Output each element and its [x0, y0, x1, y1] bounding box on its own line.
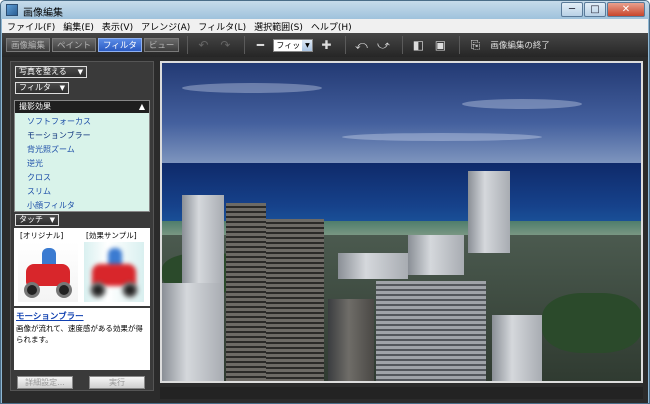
sample-effect-image	[84, 242, 144, 302]
tab-filter[interactable]: フィルタ	[98, 38, 142, 52]
zoom-in-icon[interactable]: ✚	[317, 36, 335, 54]
sample-original-label: [オリジナル]	[20, 231, 64, 240]
menu-filter[interactable]: フィルタ(L)	[198, 20, 246, 33]
photo-sky	[162, 63, 641, 163]
toolbar-separator	[187, 36, 189, 54]
minimize-button[interactable]: ─	[561, 2, 583, 17]
window-title: 画像編集	[23, 8, 63, 19]
app-icon	[6, 4, 18, 16]
wheel-shape	[90, 282, 106, 298]
photo-building	[468, 171, 510, 253]
collapse-icon: ▲	[138, 102, 145, 111]
maximize-button[interactable]: □	[584, 2, 606, 17]
redo-icon[interactable]: ↷	[216, 36, 234, 54]
category-dropdown-value: 写真を整える	[19, 67, 67, 76]
wheel-shape	[122, 282, 138, 298]
chevron-down-icon: ▼	[59, 84, 65, 92]
menu-file[interactable]: ファイル(F)	[7, 20, 55, 33]
photo-tower	[266, 219, 324, 381]
wheel-shape	[56, 282, 72, 298]
effect-item-backlight[interactable]: 逆光	[15, 157, 149, 171]
image-canvas[interactable]	[160, 61, 643, 383]
photo-building	[338, 253, 408, 279]
effect-item-soft-focus[interactable]: ソフトフォーカス	[15, 115, 149, 129]
toolbar-separator	[345, 36, 347, 54]
undo-icon[interactable]: ↶	[194, 36, 212, 54]
wheel-shape	[24, 282, 40, 298]
sample-effect-label: [効果サンプル]	[86, 231, 137, 240]
chevron-down-icon: ▼	[77, 68, 83, 76]
touch-dropdown[interactable]: タッチ ▼	[15, 214, 59, 226]
effect-items: ソフトフォーカス モーションブラー 背光照ズーム 逆光 クロス スリム 小顔フィ…	[15, 113, 149, 211]
chevron-down-icon: ▼	[49, 216, 55, 224]
app-window: 画像編集 ─ □ ✕ ファイル(F) 編集(E) 表示(V) アレンジ(A) フ…	[0, 0, 650, 404]
category-dropdown[interactable]: 写真を整える ▼	[15, 66, 87, 78]
title-bar: 画像編集 ─ □ ✕	[1, 1, 649, 19]
zoom-select[interactable]: フィット ▼	[273, 38, 314, 52]
chevron-down-icon: ▼	[302, 39, 313, 51]
fit-window-icon[interactable]: ◧	[409, 36, 427, 54]
type-dropdown[interactable]: フィルタ ▼	[15, 82, 69, 94]
photo-cloud	[342, 133, 542, 141]
zoom-out-icon[interactable]: ━	[251, 36, 269, 54]
effect-group-label: 撮影効果	[19, 102, 51, 111]
workspace: 写真を整える ▼ フィルタ ▼ 撮影効果 ▲ ソフトフォーカス モーションブラー…	[2, 57, 648, 403]
toolbar-separator	[244, 36, 246, 54]
toolbar: 画像編集 ペイント フィルタ ビュー ↶ ↷ ━ フィット ▼ ✚ ⤺ ⤻ ◧ …	[2, 33, 648, 57]
window-controls: ─ □ ✕	[560, 2, 645, 17]
tab-paint[interactable]: ペイント	[52, 38, 97, 52]
tab-view[interactable]: ビュー	[143, 38, 180, 52]
photo-building	[328, 299, 374, 381]
photo-building	[492, 315, 542, 381]
effect-item-slim[interactable]: スリム	[15, 185, 149, 199]
filter-panel: 写真を整える ▼ フィルタ ▼ 撮影効果 ▲ ソフトフォーカス モーションブラー…	[10, 61, 154, 391]
photo-cloud	[462, 99, 582, 109]
status-bar	[160, 387, 643, 399]
close-button[interactable]: ✕	[607, 2, 645, 17]
photo-trees	[542, 293, 641, 353]
description-text: 画像が流れて、速度感がある効果が得られます。	[16, 324, 143, 344]
effect-item-cross[interactable]: クロス	[15, 171, 149, 185]
toolbar-separator	[402, 36, 404, 54]
menu-edit[interactable]: 編集(E)	[63, 20, 94, 33]
menu-bar: ファイル(F) 編集(E) 表示(V) アレンジ(A) フィルタ(L) 選択範囲…	[2, 19, 648, 33]
type-dropdown-value: フィルタ	[19, 83, 51, 92]
menu-view[interactable]: 表示(V)	[102, 20, 133, 33]
photo-cloud	[182, 83, 322, 93]
end-editing-button[interactable]: 画像編集の終了	[490, 39, 550, 51]
photo-building	[182, 195, 224, 283]
photo-tower	[226, 203, 266, 381]
photo-building	[408, 235, 464, 275]
rotate-right-icon[interactable]: ⤻	[374, 36, 392, 54]
menu-selection[interactable]: 選択範囲(S)	[254, 20, 303, 33]
effect-item-zoom[interactable]: 背光照ズーム	[15, 143, 149, 157]
actual-size-icon[interactable]: ▣	[431, 36, 449, 54]
photo-building	[376, 281, 486, 381]
effect-list: 撮影効果 ▲ ソフトフォーカス モーションブラー 背光照ズーム 逆光 クロス ス…	[14, 100, 150, 212]
toolbar-separator	[459, 36, 461, 54]
detail-settings-button[interactable]: 詳細設定...	[17, 376, 73, 389]
effect-group-header[interactable]: 撮影効果 ▲	[15, 101, 149, 113]
sample-original-image	[18, 242, 78, 302]
rotate-left-icon[interactable]: ⤺	[352, 36, 370, 54]
end-editing-icon[interactable]: ⎘	[466, 36, 484, 54]
menu-help[interactable]: ヘルプ(H)	[311, 20, 352, 33]
effect-item-motion-blur[interactable]: モーションブラー	[15, 129, 149, 143]
description-title[interactable]: モーションブラー	[16, 310, 148, 322]
touch-dropdown-value: タッチ	[19, 215, 43, 224]
effect-item-small-face[interactable]: 小顔フィルタ	[15, 199, 149, 213]
effect-samples: [オリジナル] [効果サンプル]	[14, 228, 150, 306]
effect-description: モーションブラー 画像が流れて、速度感がある効果が得られます。	[14, 308, 150, 370]
menu-arrange[interactable]: アレンジ(A)	[141, 20, 190, 33]
photo-building	[162, 283, 224, 381]
tab-image-edit[interactable]: 画像編集	[6, 38, 51, 52]
run-button[interactable]: 実行	[89, 376, 145, 389]
